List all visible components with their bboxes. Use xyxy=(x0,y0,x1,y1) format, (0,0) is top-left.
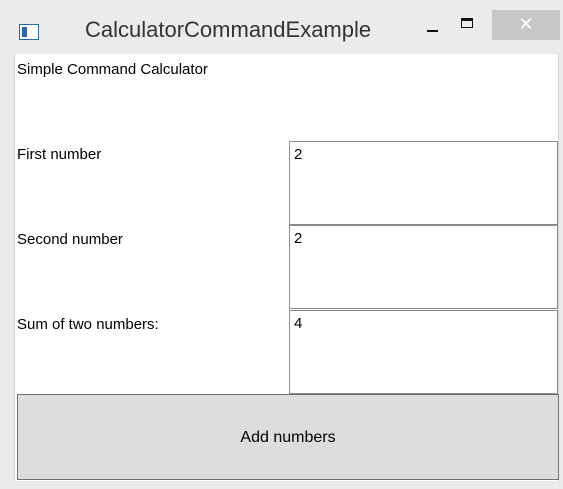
window-title: CalculatorCommandExample xyxy=(85,17,372,42)
maximize-button[interactable] xyxy=(455,14,479,36)
minimize-button[interactable] xyxy=(421,16,445,38)
second-number-input[interactable]: 2 xyxy=(289,225,558,309)
close-icon: ✕ xyxy=(518,14,534,35)
first-number-label: First number xyxy=(17,146,102,163)
first-number-input[interactable]: 2 xyxy=(289,141,558,225)
app-window: CalculatorCommandExample ✕ Simple Comman… xyxy=(0,0,563,489)
app-window-icon[interactable] xyxy=(19,24,39,40)
app-icon-pane xyxy=(22,27,27,37)
close-button[interactable]: ✕ xyxy=(492,10,560,40)
title-bar[interactable]: CalculatorCommandExample ✕ xyxy=(0,0,563,54)
add-numbers-button[interactable]: Add numbers xyxy=(17,394,559,480)
sum-output-field[interactable]: 4 xyxy=(289,310,558,394)
second-number-label: Second number xyxy=(17,231,123,248)
sum-label: Sum of two numbers: xyxy=(17,316,159,333)
client-area: Simple Command Calculator First number 2… xyxy=(14,54,559,481)
page-title: Simple Command Calculator xyxy=(17,61,208,78)
